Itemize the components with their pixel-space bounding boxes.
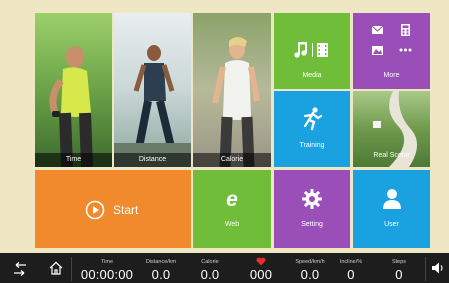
- more-tile[interactable]: More: [353, 13, 430, 89]
- user-icon: [353, 188, 430, 210]
- speed-stat-label: Speed/km/h: [295, 259, 325, 265]
- runner-photo: [49, 46, 93, 167]
- calorie-tile[interactable]: Calorie: [193, 13, 271, 167]
- mail-icon: [371, 25, 384, 34]
- user-tile-label: User: [384, 221, 399, 228]
- calorie-stat: Calorie 0.0: [190, 253, 230, 283]
- distance-tile-label: Distance: [114, 153, 191, 167]
- speed-stat-value: 0.0: [300, 267, 320, 282]
- real-scene-tile[interactable]: Real Scene: [353, 91, 430, 167]
- time-stat: Time 00:00:00: [76, 253, 138, 283]
- distance-stat-value: 0.0: [151, 267, 171, 282]
- incline-stat-label: Incline/%: [339, 259, 363, 265]
- calorie-stat-label: Calorie: [201, 259, 219, 265]
- calorie-stat-value: 0.0: [200, 267, 220, 282]
- back-arrow-icon[interactable]: [12, 262, 28, 276]
- distance-tile[interactable]: Distance: [114, 13, 191, 167]
- heart-rate-value: 000: [249, 267, 273, 282]
- media-tile-label: Media: [302, 72, 322, 79]
- browser-e-icon: e: [193, 188, 271, 210]
- time-stat-value: 00:00:00: [80, 267, 134, 282]
- distance-stat-label: Distance/km: [145, 259, 177, 265]
- home-icon[interactable]: [48, 261, 64, 275]
- training-tile-label: Training: [299, 142, 325, 149]
- runner-photo: [114, 45, 191, 167]
- start-label: Start: [113, 203, 139, 217]
- image-icon: [372, 46, 383, 55]
- time-stat-label: Time: [100, 259, 114, 265]
- ellipsis-icon: [399, 48, 412, 52]
- real-scene-tile-label: Real Scene: [373, 152, 410, 159]
- training-tile[interactable]: Training: [274, 91, 350, 167]
- steps-stat-label: Steps: [391, 259, 407, 265]
- setting-tile-label: Setting: [301, 221, 323, 228]
- start-button[interactable]: Start: [35, 170, 191, 248]
- incline-stat: Incline/% 0: [334, 253, 368, 283]
- time-tile[interactable]: Time: [35, 13, 112, 167]
- heart-rate-stat: 000: [244, 253, 278, 283]
- web-tile[interactable]: e Web: [193, 170, 271, 248]
- runner-icon: [274, 107, 350, 131]
- user-tile[interactable]: User: [353, 170, 430, 248]
- speed-stat: Speed/km/h 0.0: [288, 253, 332, 283]
- web-tile-label: Web: [224, 221, 240, 228]
- time-tile-label: Time: [35, 153, 112, 167]
- play-circle-icon: [85, 200, 105, 220]
- speaker-icon[interactable]: [431, 261, 445, 275]
- film-icon: [317, 43, 328, 57]
- music-icon: [294, 42, 307, 58]
- heart-icon: [256, 257, 266, 266]
- setting-tile[interactable]: Setting: [274, 170, 350, 248]
- distance-stat: Distance/km 0.0: [139, 253, 183, 283]
- status-bar: Time 00:00:00 Distance/km 0.0 Calorie 0.…: [0, 253, 449, 283]
- gear-icon: [274, 188, 350, 210]
- svg-text:e: e: [226, 188, 238, 210]
- calculator-icon: [401, 24, 410, 36]
- image-icon: [373, 121, 381, 128]
- steps-stat-value: 0: [395, 267, 403, 282]
- more-tile-label: More: [383, 72, 400, 79]
- media-tile[interactable]: Media: [274, 13, 350, 89]
- steps-stat: Steps 0: [384, 253, 414, 283]
- calorie-tile-label: Calorie: [193, 153, 271, 167]
- woman-photo: [212, 37, 260, 167]
- incline-stat-value: 0: [347, 267, 355, 282]
